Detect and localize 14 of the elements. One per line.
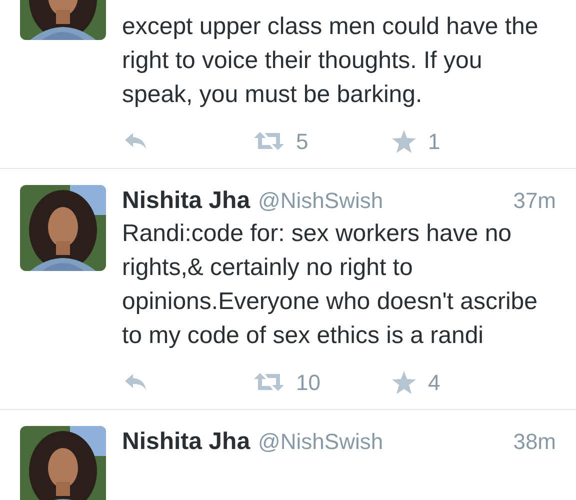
star-icon[interactable]	[392, 130, 416, 152]
retweet-icon[interactable]	[254, 131, 284, 151]
user-name[interactable]: Nishita Jha	[122, 426, 250, 458]
star-icon[interactable]	[392, 370, 416, 394]
tweet-time: 37m	[513, 187, 556, 215]
user-name[interactable]: Nishita Jha	[122, 185, 250, 217]
retweet-icon[interactable]	[254, 372, 284, 392]
retweet-count: 10	[296, 368, 320, 396]
tweet-time: 38m	[513, 428, 556, 456]
retweet-count: 5	[296, 128, 308, 156]
tweet-text: except upper class men could have the right to voice their thoughts. If you speak, you must be barking.	[122, 12, 540, 110]
tweet-text: Randi:code for: sex workers have no rights,& certainly no right to opinions.Everyone who doesn't ascribe to my code of sex ethics is a randi	[122, 219, 538, 351]
favorite-count: 1	[428, 128, 440, 156]
favorite-count: 4	[428, 368, 440, 396]
